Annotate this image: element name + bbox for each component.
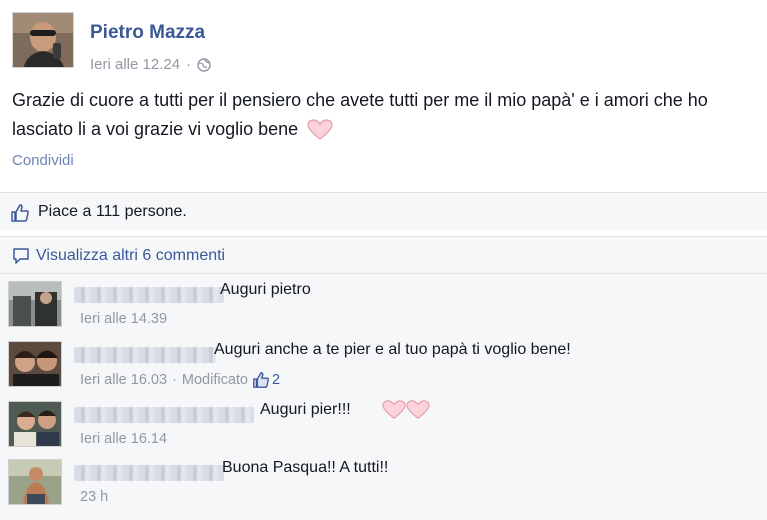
thumbs-up-icon: [253, 372, 269, 388]
comment-item: Auguri anche a te pier e al tuo papà ti …: [8, 341, 758, 397]
author-avatar[interactable]: [12, 12, 74, 68]
view-more-comments-link[interactable]: Visualizza altri 6 commenti: [12, 247, 225, 265]
comment-text: Auguri pier!!!: [260, 401, 351, 418]
view-more-comments-label: Visualizza altri 6 commenti: [36, 247, 226, 264]
likes-bar: Piace a 111 persone.: [0, 192, 767, 230]
post-meta: Ieri alle 12.24 ·: [90, 56, 211, 73]
comment-like-count: 2: [272, 372, 281, 388]
comments-section: Visualizza altri 6 commenti Auguri pietr…: [0, 236, 767, 520]
heart-emoji-icon: [307, 119, 333, 141]
comment-text: Auguri pietro: [220, 281, 311, 298]
hearts-emoji: [382, 399, 430, 421]
comment-timestamp[interactable]: Ieri alle 16.03: [80, 372, 167, 388]
post-message: Grazie di cuore a tutti per il pensiero …: [12, 90, 708, 139]
comment-text: Buona Pasqua!! A tutti!!: [222, 459, 389, 476]
commenter-name-blurred[interactable]: [74, 287, 224, 303]
post-text: Grazie di cuore a tutti per il pensiero …: [12, 86, 760, 144]
meta-separator: ·: [186, 56, 192, 73]
commenter-avatar[interactable]: [8, 459, 62, 505]
facebook-post: Pietro Mazza Ieri alle 12.24 · Grazie di…: [0, 0, 767, 520]
comment-text: Auguri anche a te pier e al tuo papà ti …: [214, 341, 571, 358]
comment-meta: 23 h: [80, 489, 108, 505]
commenter-avatar[interactable]: [8, 401, 62, 447]
commenter-name-blurred[interactable]: [74, 347, 216, 363]
heart-emoji-icon: [406, 400, 430, 420]
post-timestamp[interactable]: Ieri alle 12.24: [90, 56, 180, 73]
commenter-avatar[interactable]: [8, 341, 62, 387]
author-name[interactable]: Pietro Mazza: [90, 22, 205, 44]
comment-item: Buona Pasqua!! A tutti!! 23 h: [8, 459, 758, 515]
comment-timestamp[interactable]: 23 h: [80, 489, 108, 505]
comment-meta: Ieri alle 14.39: [80, 311, 167, 327]
comment-meta: Ieri alle 16.14: [80, 431, 167, 447]
comment-meta: Ieri alle 16.03 · Modificato 2: [80, 371, 280, 389]
commenter-name-blurred[interactable]: [74, 407, 254, 423]
comment-timestamp[interactable]: Ieri alle 14.39: [80, 311, 167, 327]
heart-emoji-icon: [382, 400, 406, 420]
meta-separator: ·: [172, 372, 177, 388]
edited-label[interactable]: Modificato: [182, 372, 248, 388]
divider: [0, 273, 767, 274]
comment-likes[interactable]: 2: [252, 371, 280, 389]
thumbs-up-icon[interactable]: [10, 203, 30, 223]
commenter-avatar[interactable]: [8, 281, 62, 327]
share-link[interactable]: Condividi: [12, 152, 74, 169]
comment-item: Auguri pier!!! Ieri alle 16.14: [8, 399, 758, 457]
comment-timestamp[interactable]: Ieri alle 16.14: [80, 431, 167, 447]
globe-icon[interactable]: [197, 57, 211, 72]
likes-count[interactable]: Piace a 111 persone.: [38, 203, 187, 221]
comment-bubble-icon: [13, 248, 29, 264]
commenter-name-blurred[interactable]: [74, 465, 224, 481]
comment-item: Auguri pietro Ieri alle 14.39: [8, 281, 758, 337]
